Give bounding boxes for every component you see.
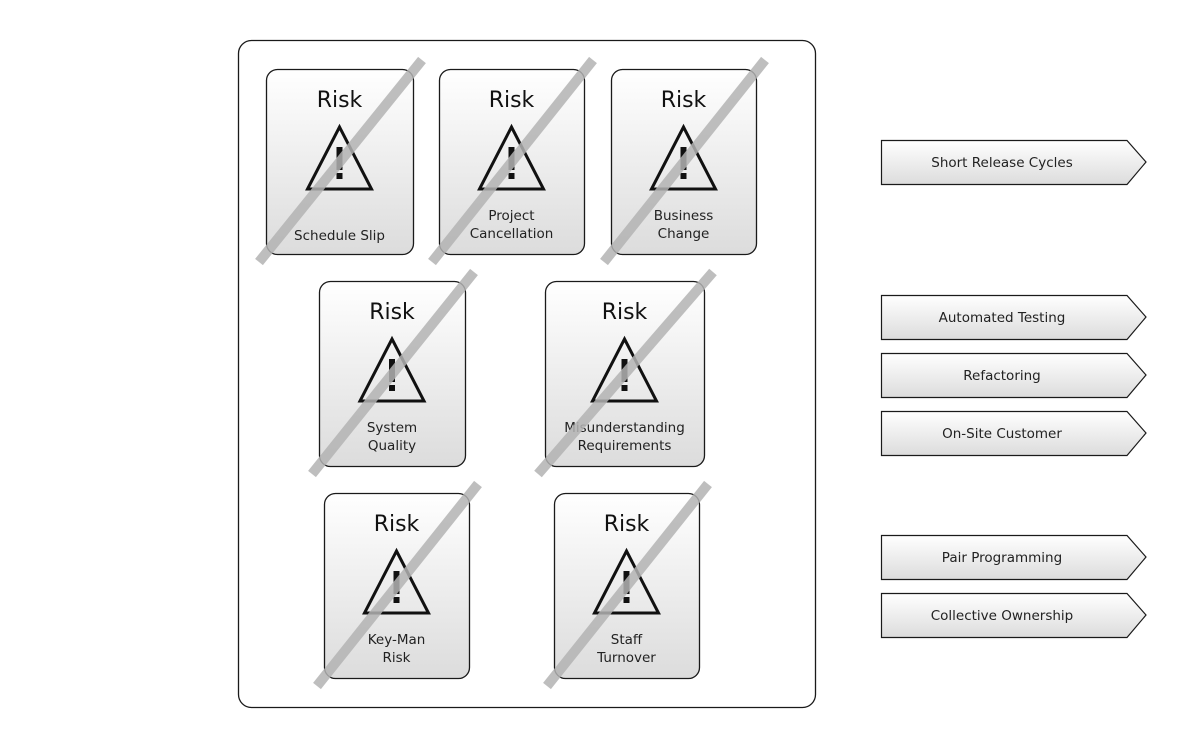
risk-card-label: Staff [611,632,643,648]
risk-mitigation-diagram: Risk Schedule Slip Risk Project Cancellation… [237,39,1147,709]
risk-card-label: Risk [383,650,411,666]
risk-card: Risk System Quality [308,268,478,478]
practice-arrow: Pair Programming [880,534,1147,581]
practice-arrow: On-Site Customer [880,410,1147,457]
practice-arrow-label: Pair Programming [942,550,1062,566]
risk-card-label: Turnover [596,650,656,666]
risk-card: Risk Project Cancellation [428,56,597,266]
risk-card-title: Risk [604,512,650,537]
risk-card-label: Requirements [578,438,672,454]
practice-arrow-label: On-Site Customer [942,426,1062,442]
risk-card-title: Risk [317,88,363,113]
risk-card-title: Risk [374,512,420,537]
practice-arrow: Refactoring [880,352,1147,399]
risk-card: Risk Staff Turnover [543,480,712,690]
risk-card-title: Risk [602,300,648,325]
practice-arrow-label: Refactoring [963,368,1041,384]
risk-card-label: Quality [368,438,416,454]
risk-card-label: Key-Man [368,632,426,648]
risk-card: Risk Key-Man Risk [313,480,482,690]
risk-card-title: Risk [489,88,535,113]
practice-arrow-label: Automated Testing [939,310,1066,326]
practice-arrow-label: Short Release Cycles [931,155,1073,171]
risk-card: RiskMisunderstandingRequirements [534,268,717,478]
risk-card-label: System [367,420,417,436]
practice-arrow: Short Release Cycles [880,139,1147,186]
practice-arrows: Short Release Cycles Automated Testing Ref… [880,139,1147,639]
risk-card: Risk Schedule Slip [255,56,426,266]
risk-card-title: Risk [369,300,415,325]
practice-arrow-label: Collective Ownership [931,608,1074,624]
risk-card-label: Project [488,208,534,224]
risk-card-label: Schedule Slip [294,228,385,244]
risk-card-label: Business [654,208,714,224]
risk-card-label: Cancellation [470,226,554,242]
risk-card-label: Change [658,226,710,242]
practice-arrow: Collective Ownership [880,592,1147,639]
risk-card: Risk Business Change [600,56,769,266]
practice-arrow: Automated Testing [880,294,1147,341]
risk-card-title: Risk [661,88,707,113]
